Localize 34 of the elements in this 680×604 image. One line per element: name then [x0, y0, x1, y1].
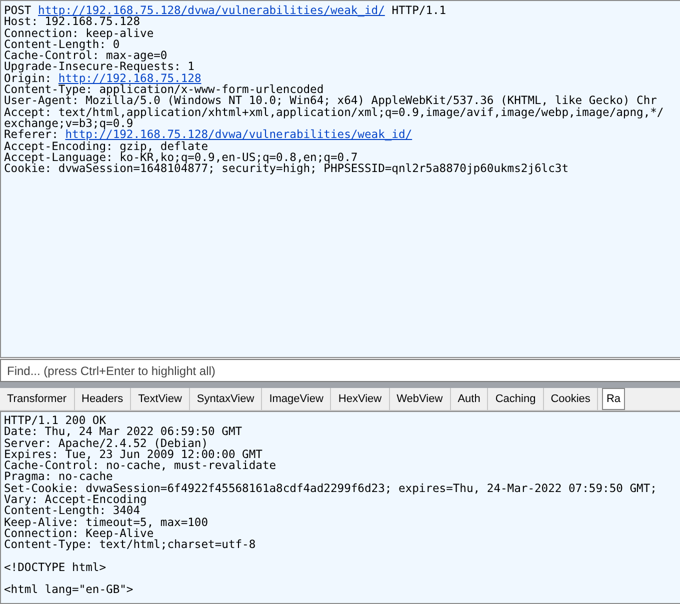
request-line: Accept-Encoding: gzip, deflate	[4, 140, 208, 152]
url-link[interactable]: http://192.168.75.128/dvwa/vulnerabilities/weak_id/	[65, 128, 412, 142]
response-line: Content-Type: text/html;charset=utf-8	[4, 539, 256, 551]
response-line: Cache-Control: no-cache, must-revalidate	[4, 460, 276, 472]
response-line: Date: Thu, 24 Mar 2022 06:59:50 GMT	[4, 426, 242, 438]
request-line: Upgrade-Insecure-Requests: 1	[4, 61, 194, 73]
request-line: Cache-Control: max-age=0	[4, 50, 168, 62]
request-line: Host: 192.168.75.128	[4, 16, 140, 28]
response-line: Connection: Keep-Alive	[4, 528, 154, 540]
response-line: Vary: Accept-Encoding	[4, 494, 147, 506]
response-line: HTTP/1.1 200 OK	[4, 415, 106, 426]
response-line: Server: Apache/2.4.52 (Debian)	[4, 438, 208, 449]
request-line: Content-Type: application/x-www-form-urlencoded	[4, 84, 324, 96]
response-line: Expires: Tue, 23 Jun 2009 12:00:00 GMT	[4, 448, 262, 460]
request-line: User-Agent: Mozilla/5.0 (Windows NT 10.0; Win64; x64) AppleWebKit/537.36 (KHTML, like Gecko) Chr	[4, 95, 657, 107]
response-line: <!DOCTYPE html>	[4, 562, 106, 574]
response-line: Set-Cookie: dvwaSession=6f4922f45568161a8cdf4ad2299f6d23; expires=Thu, 24-Mar-2022 07:59:50 GMT;	[4, 482, 657, 494]
request-line: POST http://192.168.75.128/dvwa/vulnerabilities/weak_id/ HTTP/1.1	[4, 5, 446, 16]
response-line: Content-Length: 3404	[4, 505, 140, 517]
url-link[interactable]: http://192.168.75.128	[58, 72, 202, 85]
response-line: <html lang="en-GB">	[4, 584, 134, 596]
request-line: Content-Length: 0	[4, 38, 120, 50]
find-field[interactable]: Find... (press Ctrl+Enter to highlight all)	[0, 359, 680, 382]
request-line: Cookie: dvwaSession=1648104877; security=high; PHPSESSID=qnl2r5a8870jp60ukms2j6lc3t	[4, 163, 569, 174]
request-line: Accept-Language: ko-KR,ko;q=0.9,en-US;q=0.8,en;q=0.7	[4, 152, 358, 164]
request-line: Referer: http://192.168.75.128/dvwa/vulnerabilities/weak_id/	[4, 129, 412, 141]
response-line: Keep-Alive: timeout=5, max=100	[4, 516, 208, 528]
request-line: Connection: keep-alive	[4, 28, 154, 39]
request-line: Origin: http://192.168.75.128	[4, 72, 202, 84]
request-line: exchange;v=b3;q=0.9	[4, 118, 134, 130]
request-line: Accept: text/html,application/xhtml+xml,application/xml;q=0.9,image/avif,image/webp,image/apng,*/	[4, 106, 664, 118]
response-line: Pragma: no-cache	[4, 471, 113, 483]
view-tab[interactable]: Ra	[602, 388, 624, 410]
url-link[interactable]: http://192.168.75.128/dvwa/vulnerabilities/weak_id/	[38, 4, 385, 17]
